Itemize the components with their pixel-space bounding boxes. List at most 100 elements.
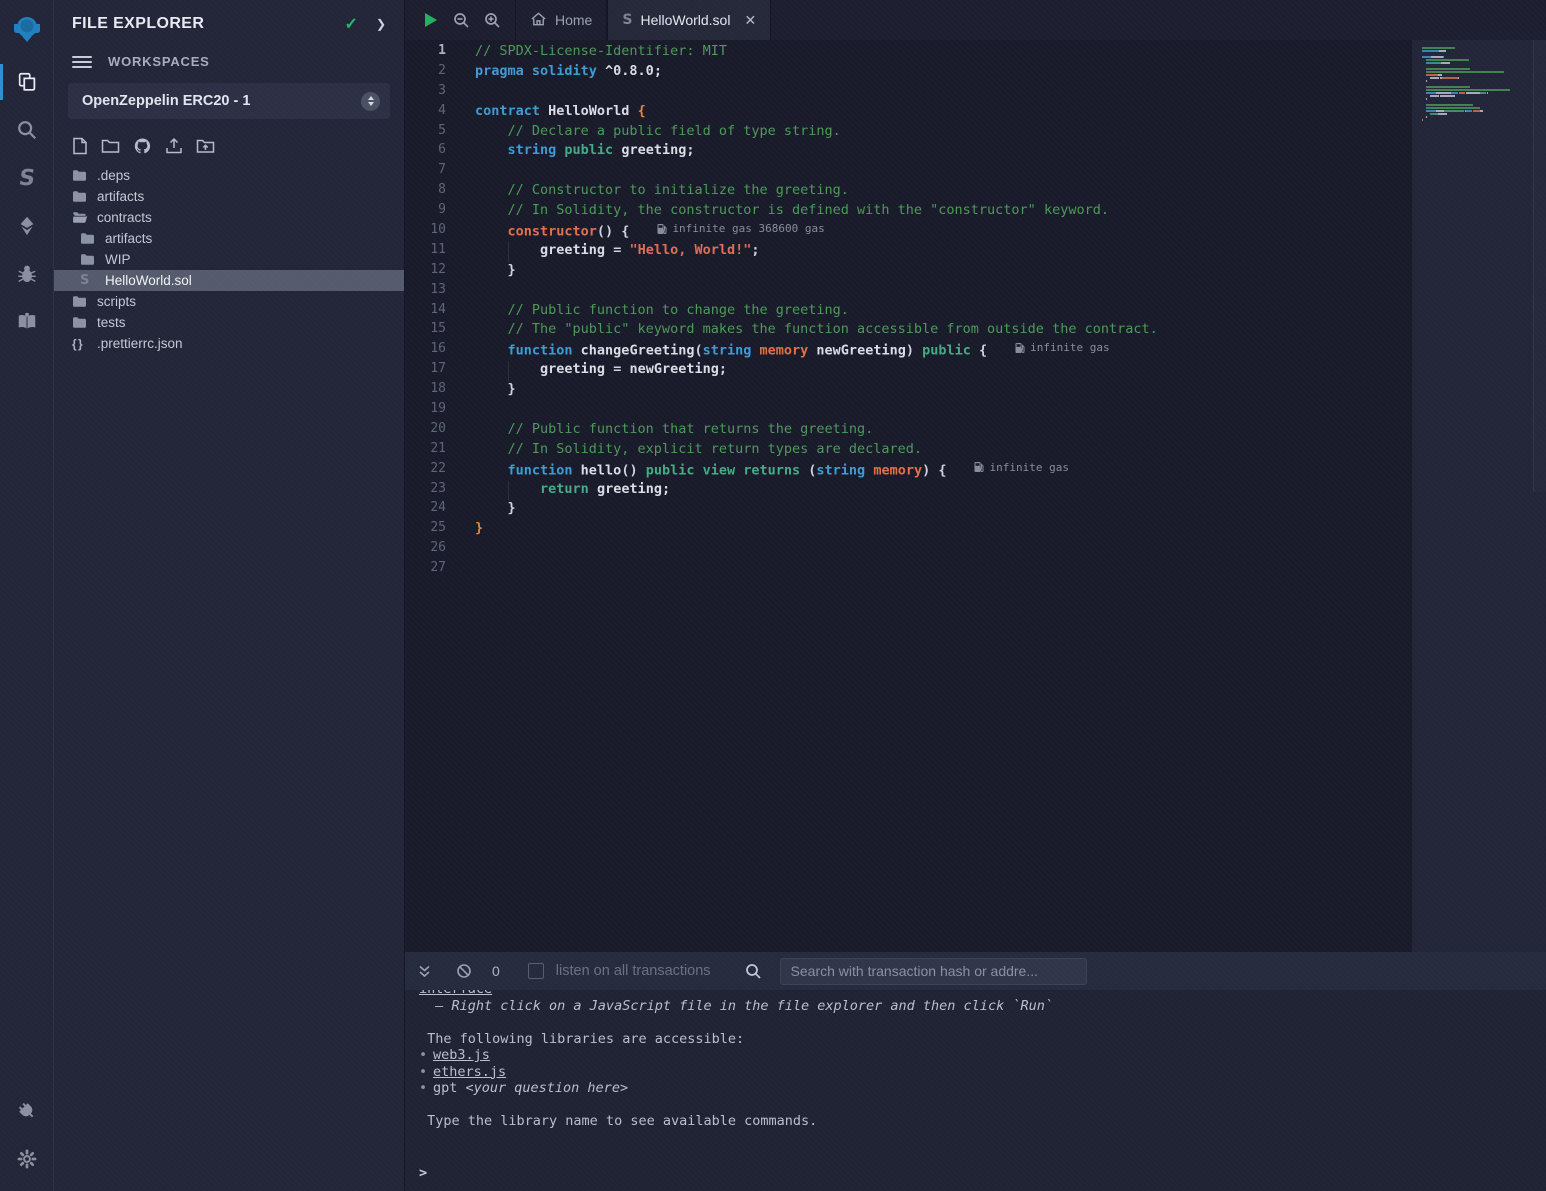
code-line-26[interactable] [463,540,1412,560]
code-line-16[interactable]: function changeGreeting(string memory ne… [463,341,1412,361]
tab-helloworld-sol[interactable]: HelloWorld.sol [607,0,771,40]
line-number[interactable]: 21 [405,441,463,461]
code-line-24[interactable]: } [463,500,1412,520]
code-line-25[interactable]: } [463,520,1412,540]
line-number[interactable]: 5 [405,123,463,143]
github-gist-icon[interactable] [133,137,152,155]
line-number[interactable]: 22 [405,461,463,481]
terminal-line[interactable]: •web3.js [419,1047,1546,1064]
line-number[interactable]: 16 [405,341,463,361]
code-line-5[interactable]: // Declare a public field of type string… [463,123,1412,143]
line-number[interactable]: 11 [405,242,463,262]
code-line-20[interactable]: // Public function that returns the gree… [463,421,1412,441]
terminal-prompt[interactable]: > [419,1163,1546,1185]
terminal-line[interactable]: •ethers.js [419,1064,1546,1081]
tree-item-wip[interactable]: WIP [54,249,404,270]
minimap[interactable] [1412,40,1546,952]
double-chevron-down-icon[interactable] [417,964,432,979]
zoom-out-icon[interactable] [453,12,470,29]
code-line-1[interactable]: // SPDX-License-Identifier: MIT [463,43,1412,63]
line-number[interactable]: 14 [405,302,463,322]
tree-item--deps[interactable]: .deps [54,165,404,186]
tree-item--prettierrc-json[interactable]: { }.prettierrc.json [54,333,404,354]
line-number[interactable]: 2 [405,63,463,83]
workspace-updown-icon[interactable] [361,92,380,111]
terminal-line[interactable]: interface [419,990,1546,998]
line-number[interactable]: 1 [405,43,463,63]
activity-search-icon[interactable] [0,106,53,154]
code-line-6[interactable]: string public greeting; [463,142,1412,162]
run-play-icon[interactable] [421,11,439,29]
load-folder-icon[interactable] [196,138,215,154]
code-line-8[interactable]: // Constructor to initialize the greetin… [463,182,1412,202]
activity-remix-logo[interactable] [0,0,53,58]
new-folder-icon[interactable] [101,138,120,154]
new-file-icon[interactable] [72,137,88,155]
listen-transactions-checkbox[interactable] [528,963,544,979]
line-number[interactable]: 9 [405,202,463,222]
tree-item-contracts[interactable]: contracts [54,207,404,228]
line-number[interactable]: 15 [405,321,463,341]
activity-learn-book-icon[interactable] [0,298,53,346]
line-number[interactable]: 6 [405,142,463,162]
code-line-7[interactable] [463,162,1412,182]
code-line-17[interactable]: greeting = newGreeting; [463,361,1412,381]
line-number[interactable]: 7 [405,162,463,182]
code-line-10[interactable]: constructor() {infinite gas 368600 gas [463,222,1412,242]
code-line-4[interactable]: contract HelloWorld { [463,103,1412,123]
transaction-search-input[interactable] [780,958,1087,985]
code-area[interactable]: // SPDX-License-Identifier: MITpragma so… [463,40,1412,952]
code-line-23[interactable]: return greeting; [463,481,1412,501]
tree-item-artifacts[interactable]: artifacts [54,186,404,207]
activity-file-explorer-icon[interactable] [0,58,53,106]
line-number[interactable]: 18 [405,381,463,401]
line-number[interactable]: 24 [405,500,463,520]
line-number[interactable]: 20 [405,421,463,441]
upload-file-icon[interactable] [165,137,183,155]
line-number[interactable]: 25 [405,520,463,540]
line-number[interactable]: 8 [405,182,463,202]
code-line-12[interactable]: } [463,262,1412,282]
editor-scrollbar[interactable] [1533,40,1546,492]
code-line-11[interactable]: greeting = "Hello, World!"; [463,242,1412,262]
code-line-9[interactable]: // In Solidity, the constructor is defin… [463,202,1412,222]
code-line-22[interactable]: function hello() public view returns (st… [463,461,1412,481]
line-number[interactable]: 12 [405,262,463,282]
block-icon[interactable] [456,963,472,979]
line-number[interactable]: 13 [405,282,463,302]
line-number[interactable]: 4 [405,103,463,123]
tree-item-scripts[interactable]: scripts [54,291,404,312]
line-number[interactable]: 19 [405,401,463,421]
folder-icon [80,232,98,245]
workspaces-menu-icon[interactable] [72,56,92,68]
code-line-19[interactable] [463,401,1412,421]
code-line-3[interactable] [463,83,1412,103]
code-line-2[interactable]: pragma solidity ^0.8.0; [463,63,1412,83]
tab-home[interactable]: Home [515,0,607,40]
code-line-15[interactable]: // The "public" keyword makes the functi… [463,321,1412,341]
line-number[interactable]: 27 [405,560,463,580]
line-number[interactable]: 3 [405,83,463,103]
activity-settings-gear-icon[interactable] [0,1135,53,1183]
zoom-in-icon[interactable] [484,12,501,29]
tree-item-artifacts[interactable]: artifacts [54,228,404,249]
chevron-right-icon[interactable] [376,15,386,33]
code-line-21[interactable]: // In Solidity, explicit return types ar… [463,441,1412,461]
activity-deploy-run-icon[interactable] [0,202,53,250]
tree-item-tests[interactable]: tests [54,312,404,333]
line-number[interactable]: 17 [405,361,463,381]
code-line-27[interactable] [463,560,1412,580]
close-icon[interactable] [744,12,756,29]
activity-plugin-manager-icon[interactable] [0,1087,53,1135]
activity-debugger-icon[interactable] [0,250,53,298]
line-number[interactable]: 23 [405,481,463,501]
line-number[interactable]: 26 [405,540,463,560]
workspace-dropdown[interactable]: OpenZeppelin ERC20 - 1 [68,83,390,119]
code-line-13[interactable] [463,282,1412,302]
activity-solidity-compiler-icon[interactable] [0,154,53,202]
code-line-18[interactable]: } [463,381,1412,401]
tree-item-helloworld-sol[interactable]: HelloWorld.sol [54,270,404,291]
line-number[interactable]: 10 [405,222,463,242]
check-icon[interactable] [345,14,358,34]
code-line-14[interactable]: // Public function to change the greetin… [463,302,1412,322]
